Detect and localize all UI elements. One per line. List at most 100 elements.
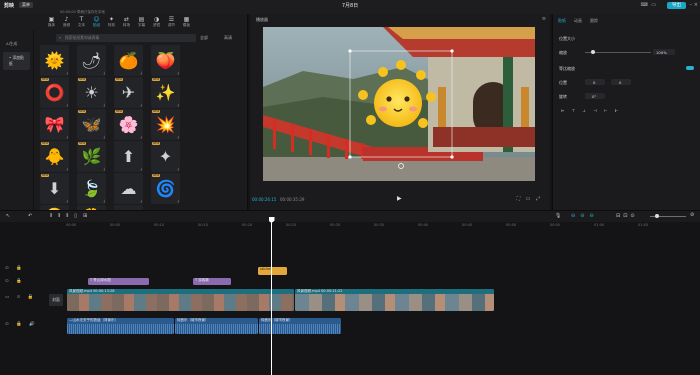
download-icon[interactable]: ⤓ [140,135,142,139]
sticker-item[interactable]: ⬇ NEW ⤓ [40,173,69,204]
download-icon[interactable]: ⤓ [140,71,142,75]
tab-sticker[interactable]: 贴纸 [558,18,566,24]
cover-button[interactable]: 封面 [49,294,63,306]
tab-effects[interactable]: ✦ 特效 [104,14,119,30]
position-label: 位置 [559,80,567,85]
download-icon[interactable]: ⤓ [140,199,142,203]
shortcut-icon[interactable]: ⌨ [641,2,648,8]
layout-icon[interactable]: ▭ [651,2,656,8]
tab-caption[interactable]: ▤ 字幕 [134,14,149,30]
playhead[interactable] [271,217,272,375]
sticker-item[interactable]: 🌞 ⤓ [40,45,69,76]
audio-track-controls[interactable]: ⊙ 🔒 🔊 [5,322,67,327]
export-button[interactable]: 导出 [667,1,686,9]
download-icon[interactable]: ⤓ [103,167,105,171]
tab-filter[interactable]: ◑ 滤镜 [149,14,164,30]
download-icon[interactable]: ⤓ [66,167,68,171]
sticker-item[interactable]: 🐥 NEW ⤓ [40,141,69,172]
zoom-handle[interactable] [655,214,659,218]
rotate-input[interactable]: 0° [585,93,605,99]
download-icon[interactable]: ⤓ [177,103,179,107]
download-icon[interactable]: ⤓ [66,199,68,203]
sticker-item[interactable]: 🌿 NEW ⤓ [77,141,106,172]
text-track-controls[interactable]: ⊙ 🔒 [5,279,67,284]
snap-icons[interactable]: ⊖⊖⊖ [571,213,599,219]
properties-panel: 贴纸 动画 跟踪 位置大小 缩放 100% 等比缩放 位置 0 0 旋转 0° … [552,14,700,210]
search-icon: ⌕ [59,35,62,40]
tab-tracking[interactable]: 跟踪 [590,18,598,24]
download-icon[interactable]: ⤓ [177,135,179,139]
sticker-item[interactable]: ☀ NEW ⤓ [77,77,106,108]
position-x-input[interactable]: 0 [585,79,605,85]
sticker-item[interactable]: ✦ NEW ⤓ [151,141,180,172]
view-icons[interactable]: ⊟⊡⊙ [616,213,638,219]
download-icon[interactable]: ⤓ [66,71,68,75]
download-icon[interactable]: ⤓ [103,135,105,139]
fit-icon[interactable]: ⊘ [690,212,694,218]
sticker-item[interactable]: 🌸 NEW ⤓ [114,109,143,140]
select-tool-icon[interactable]: ↖ [6,213,10,219]
download-icon[interactable]: ⤓ [140,167,142,171]
sticker-clip[interactable]: sticker [258,267,287,275]
scale-input[interactable]: 100% [653,49,675,55]
sticker-item[interactable]: 🍃 ⤓ [77,173,106,204]
download-icon[interactable]: ⤓ [177,71,179,75]
tab-transition[interactable]: ⇄ 转场 [119,14,134,30]
player-view-icons[interactable]: ⛶ ▭ ⤢ [517,196,542,202]
position-y-input[interactable]: 0 [611,79,631,85]
tab-audio[interactable]: ♪ 音频 [59,14,74,30]
close-icon[interactable]: × [694,2,698,8]
minimize-icon[interactable]: – [690,2,693,8]
sticker-track-controls[interactable]: ⊙ 🔒 [5,266,67,271]
download-icon[interactable]: ⤓ [177,167,179,171]
tab-adjust[interactable]: ☰ 调节 [164,14,179,30]
tab-text[interactable]: T 文本 [74,14,89,30]
download-icon[interactable]: ⤓ [103,199,105,203]
filter-size[interactable]: 高清 [224,35,232,41]
align-icons[interactable]: ⊨ ⊤ ⊥ ⊣ ⊢ ⊩ [561,108,621,113]
sticker-item[interactable]: 🍊 ⤓ [114,45,143,76]
tool-tab-label: 媒体 [47,23,56,27]
sticker-item[interactable]: ✨ NEW ⤓ [151,77,180,108]
download-icon[interactable]: ⤓ [140,103,142,107]
video-preview[interactable] [263,27,535,181]
video-clip-2[interactable]: 风景视频.mp4 00:00:21:22 [295,289,494,311]
sticker-item[interactable]: 🎀 ⤓ [40,109,69,140]
sticker-item[interactable]: 🌀 NEW ⤓ [151,173,180,204]
sidebar-item-ai[interactable]: AI生成 [0,38,33,50]
scale-slider-handle[interactable] [591,50,595,54]
tab-sticker[interactable]: ☺ 贴纸 [89,14,104,30]
mic-icon[interactable]: 🎙 [555,213,561,219]
download-icon[interactable]: ⤓ [66,103,68,107]
sticker-item[interactable]: 🦋 NEW ⤓ [77,109,106,140]
download-icon[interactable]: ⤓ [103,103,105,107]
tab-media[interactable]: ▣ 媒体 [44,14,59,30]
tab-animation[interactable]: 动画 [574,18,582,24]
sticker-item[interactable]: ✈ NEW ⤓ [114,77,143,108]
search-input[interactable]: 搜索贴纸素材或表情 [56,34,196,42]
edit-tool-icons[interactable]: ⫴⫴⫴▯⊞ [50,213,93,219]
audio-clip-2[interactable]: 纯音乐（城市夜景） [175,318,258,334]
video-clip-1[interactable]: 风景视频.mp4 00:00:13:28 [67,289,294,311]
download-icon[interactable]: ⤓ [103,71,105,75]
undo-icon[interactable]: ↶ [28,213,32,219]
sticker-item[interactable]: ⬆ ⤓ [114,141,143,172]
download-icon[interactable]: ⤓ [66,135,68,139]
timeline[interactable]: 00:00 00:05 00:10 00:15 00:20 00:25 00:30 00:35… [0,222,700,375]
sticker-item[interactable]: ⭕ NEW ⤓ [40,77,69,108]
sticker-item[interactable]: 🌶 ⤓ [77,45,106,76]
time-ruler[interactable]: 00:00 00:05 00:10 00:15 00:20 00:25 00:30 00:35… [62,222,700,230]
sticker-item[interactable]: 💥 NEW ⤓ [151,109,180,140]
tab-template[interactable]: ▦ 模板 [179,14,194,30]
player-menu-icon[interactable]: ≡ [542,16,546,22]
download-icon[interactable]: ⤓ [177,199,179,203]
sidebar-item-add[interactable]: • 添加贴纸 [3,52,30,70]
audio-clip-1[interactable]: —山水无关乎的旅途（背景乐） [67,318,174,334]
uniform-scale-toggle[interactable] [686,66,694,70]
sticker-item[interactable]: ☁ ⤓ [114,173,143,204]
play-button[interactable]: ▶ [397,195,402,202]
sticker-item[interactable]: 🍑 ⤓ [151,45,180,76]
text-clip-2[interactable]: T 游客篇 [193,278,231,285]
filter-all[interactable]: 全部 [200,35,208,41]
text-clip-1[interactable]: T 青山绿水图 [88,278,149,285]
